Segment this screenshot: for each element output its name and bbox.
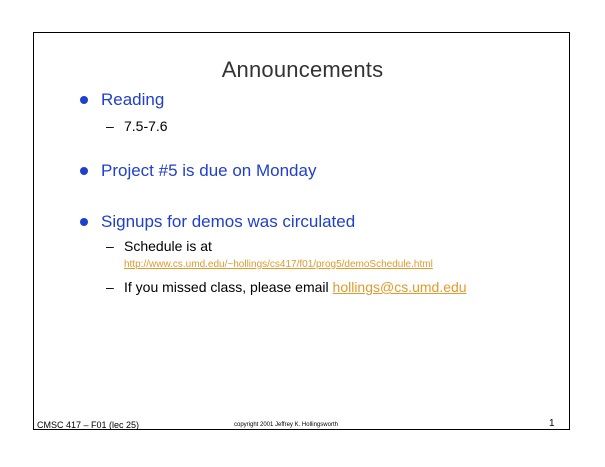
bullet-text: Signups for demos was circulated bbox=[101, 212, 356, 231]
footer-course: CMSC 417 – F01 (lec 25) bbox=[37, 420, 140, 430]
bullet-text: Reading bbox=[101, 90, 165, 109]
sub-item-reading-pages: –7.5-7.6 bbox=[106, 118, 168, 134]
sub-item-email: – If you missed class, please email holli… bbox=[106, 279, 467, 295]
bullet-signups: Signups for demos was circulated bbox=[80, 212, 355, 232]
bullet-dot-icon bbox=[80, 218, 88, 226]
schedule-link[interactable]: http://www.cs.umd.edu/~hollings/cs417/f0… bbox=[124, 259, 433, 270]
bullet-reading: Reading bbox=[80, 90, 164, 110]
sub-item-text: Schedule is at bbox=[124, 238, 212, 254]
sub-item-text: If you missed class, please email bbox=[124, 279, 333, 295]
slide-title: Announcements bbox=[221, 57, 384, 82]
footer-copyright: copyright 2001 Jeffrey K. Hollingsworth bbox=[234, 422, 338, 428]
bullet-project-due: Project #5 is due on Monday bbox=[80, 161, 316, 181]
email-link[interactable]: hollings@cs.umd.edu bbox=[333, 279, 467, 295]
bullet-text: Project #5 is due on Monday bbox=[101, 161, 317, 180]
dash-marker: – bbox=[106, 118, 114, 134]
page-number: 1 bbox=[549, 418, 555, 429]
bullet-dot-icon bbox=[80, 167, 88, 175]
sub-item-schedule: – Schedule is at bbox=[106, 238, 212, 254]
sub-item-text: 7.5-7.6 bbox=[124, 118, 168, 134]
bullet-dot-icon bbox=[80, 96, 88, 104]
dash-marker: – bbox=[106, 238, 114, 254]
dash-marker: – bbox=[106, 279, 114, 295]
